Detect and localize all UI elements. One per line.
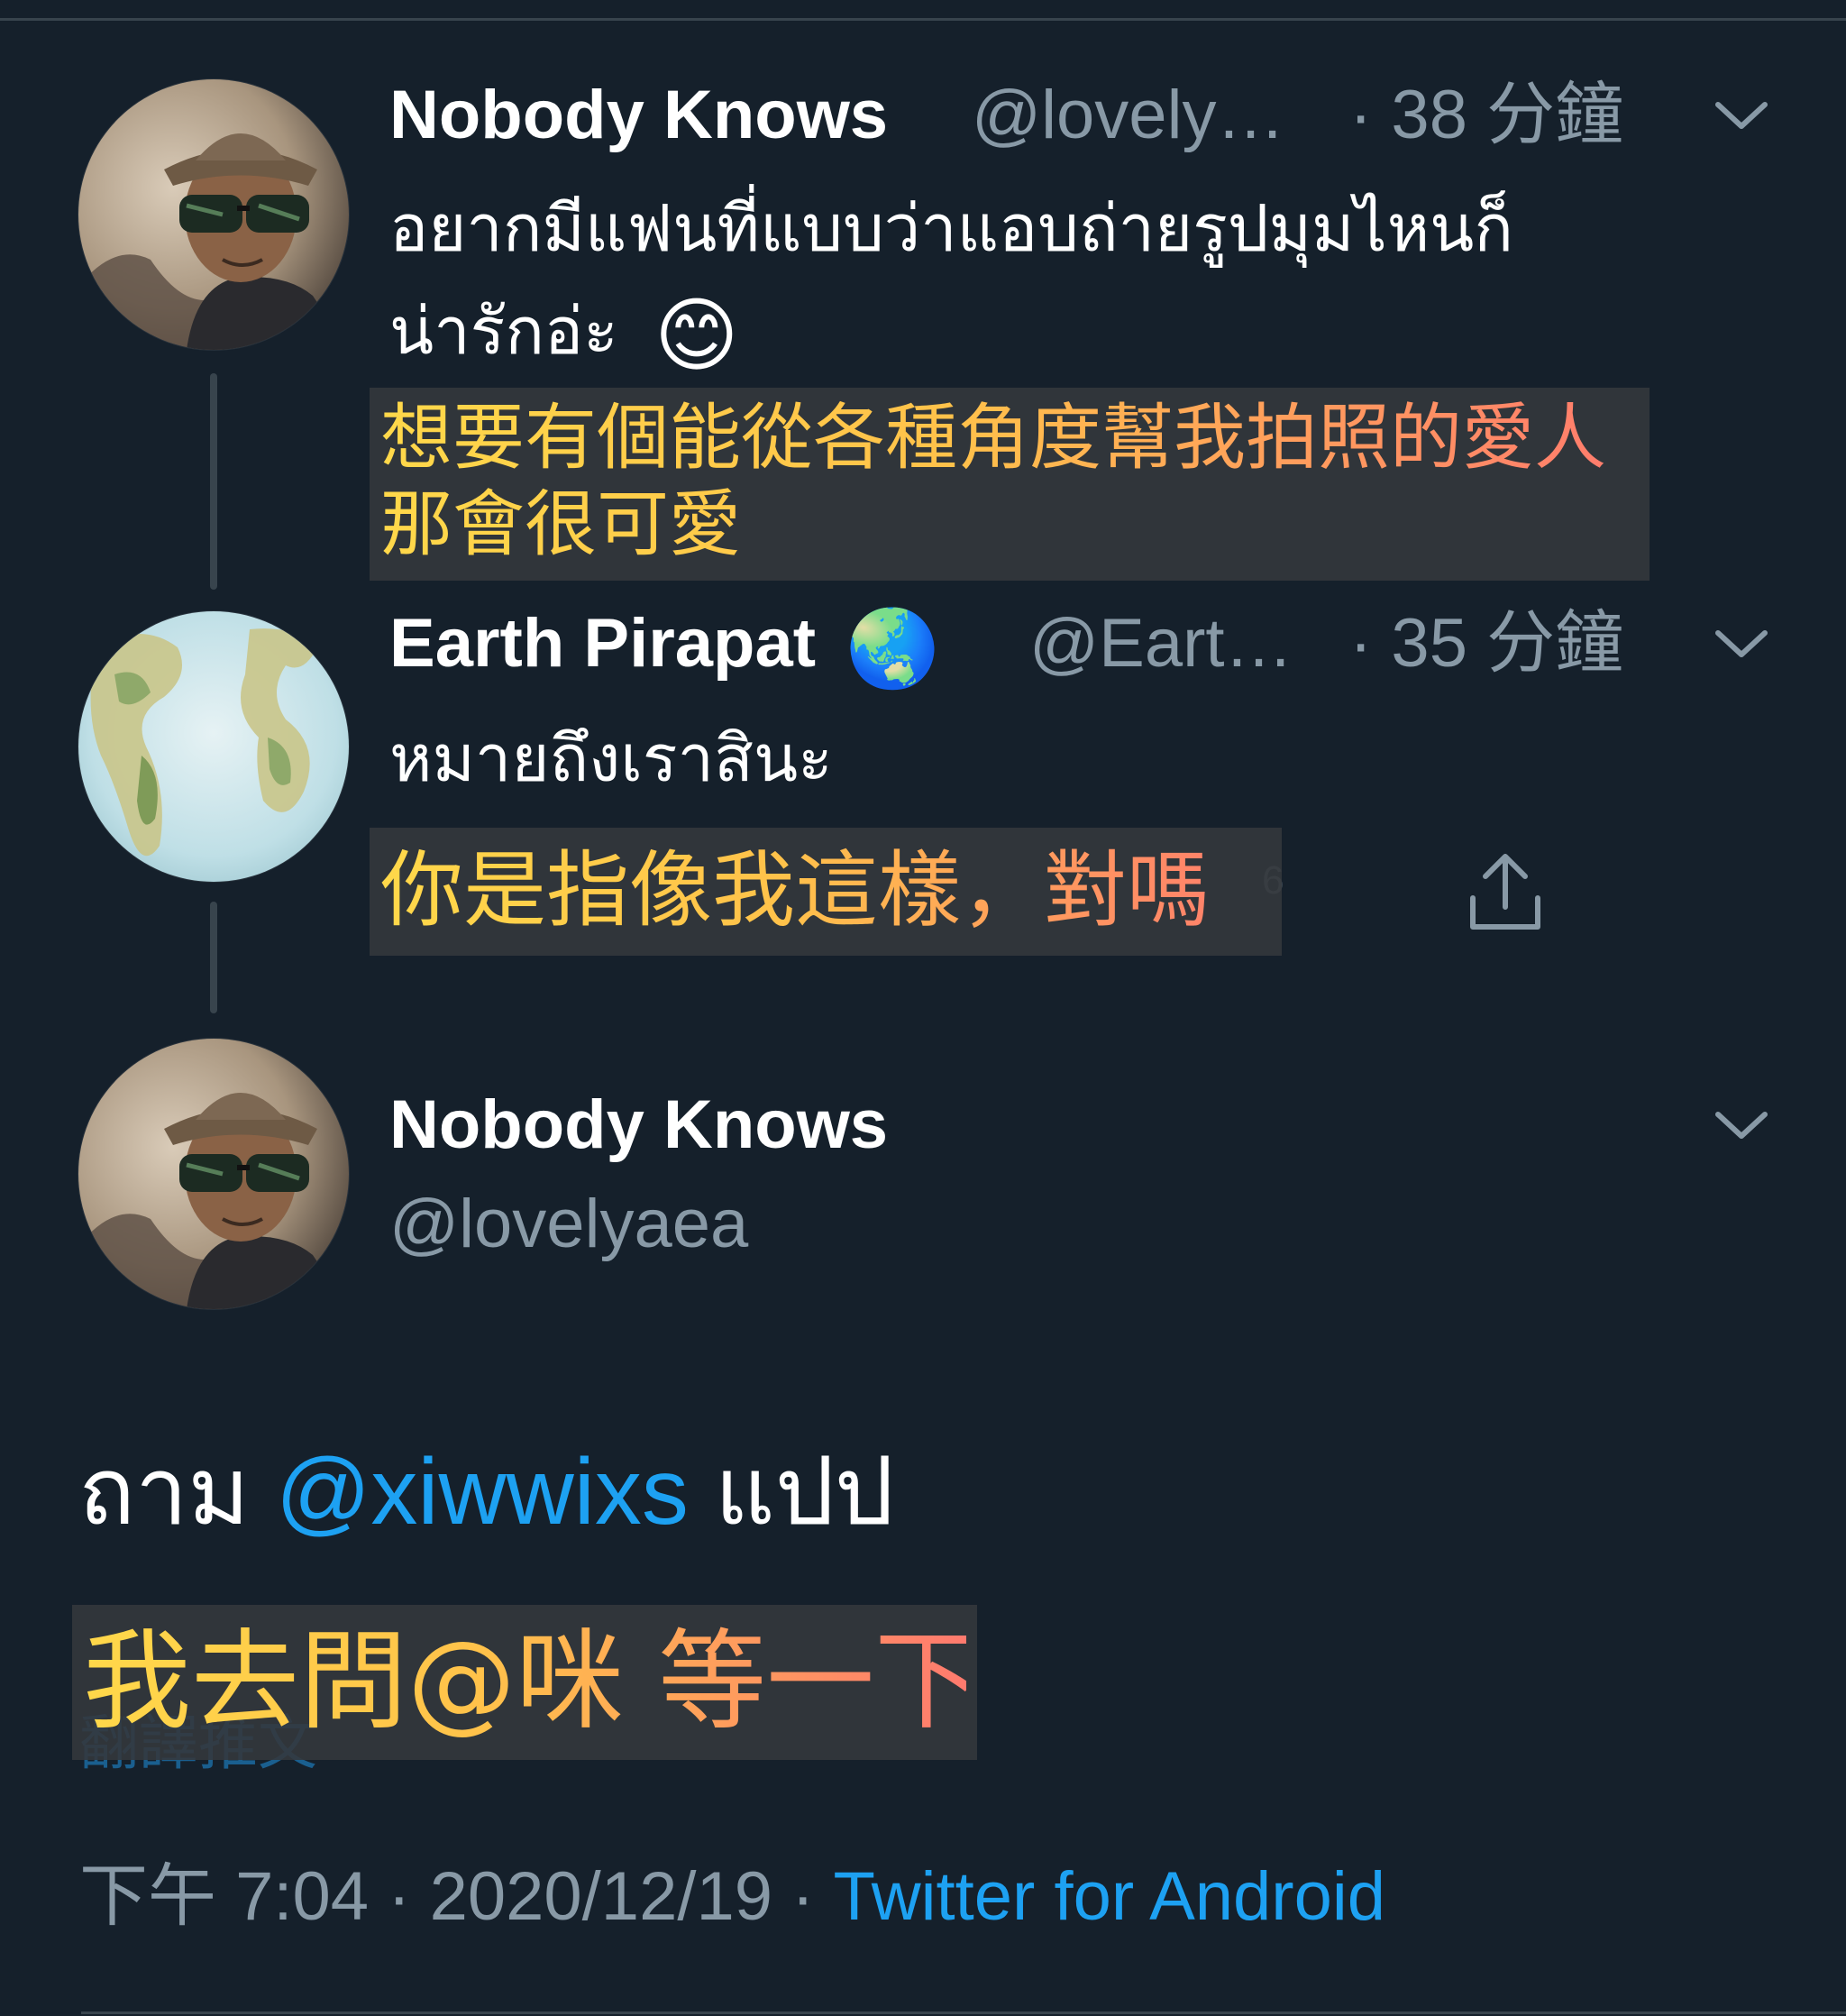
caption-line-1: 想要有個能從各種角度幫我拍照的愛人 — [380, 395, 1639, 481]
caption-line-2: 那會很可愛 — [380, 481, 1639, 568]
tweet-timestamp[interactable]: · 38 分鐘 — [1349, 72, 1623, 159]
caption-text: 我去問@咪 等一下 — [83, 1612, 982, 1753]
author-handle[interactable]: @Eart… — [1029, 600, 1293, 687]
tweet-text-suffix: แปป — [714, 1440, 894, 1544]
author-name[interactable]: Earth Pirapat 🌏 — [389, 600, 940, 692]
author-handle[interactable]: @lovelyaea — [389, 1181, 748, 1268]
avatar-nobody-knows[interactable] — [78, 79, 349, 350]
share-icon[interactable] — [1460, 848, 1550, 938]
tweet-text: น่ารักอ่ะ — [389, 296, 618, 368]
meta-separator: · — [791, 1858, 815, 1935]
globe-emoji: 🌏 — [845, 603, 940, 692]
tweet-text-line-1: อยากมีแฟนที่แบบว่าแอบถ่ายรูปมุมไหนก็ — [389, 193, 1513, 265]
avatar-earth-pirapat[interactable] — [78, 611, 349, 882]
tweet-text-line-2: น่ารักอ่ะ 😊 — [389, 276, 739, 392]
tweet-meta: 下午 7:04 · 2020/12/19 · Twitter for Andro… — [79, 1854, 1385, 1940]
translation-caption: 想要有個能從各種角度幫我拍照的愛人 那會很可愛 — [370, 388, 1650, 581]
smiling-face-emoji: 😊 — [653, 288, 739, 383]
chevron-down-icon[interactable] — [1713, 97, 1770, 133]
tweet-text: ถาม @xiwwixs แปป — [78, 1434, 894, 1551]
meta-separator: · — [388, 1858, 411, 1935]
caption-text: 你是指像我這樣，對嗎 — [380, 835, 1271, 947]
translation-caption: 我去問@咪 等一下 — [72, 1605, 982, 1760]
tweet-text: หมายถึงเราสินะ — [389, 723, 833, 795]
author-name[interactable]: Nobody Knows — [389, 1082, 888, 1168]
mention-link[interactable]: @xiwwixs — [276, 1440, 689, 1544]
chevron-down-icon[interactable] — [1713, 1107, 1770, 1143]
tweet-source-link[interactable]: Twitter for Android — [834, 1858, 1386, 1935]
tweet-time[interactable]: 下午 7:04 — [79, 1858, 369, 1935]
translation-caption: 你是指像我這樣，對嗎 — [370, 828, 1282, 956]
author-name[interactable]: Nobody Knows — [389, 72, 888, 159]
author-name-text: Earth Pirapat — [389, 605, 817, 682]
thread-connector — [210, 373, 217, 590]
tweet-date[interactable]: 2020/12/19 — [430, 1858, 772, 1935]
avatar-nobody-knows[interactable] — [78, 1039, 349, 1309]
bottom-divider — [81, 2011, 1846, 2014]
tweet-text-prefix: ถาม — [78, 1440, 250, 1544]
author-handle[interactable]: @lovely… — [972, 72, 1284, 159]
tweet-timestamp[interactable]: · 35 分鐘 — [1349, 600, 1623, 687]
chevron-down-icon[interactable] — [1713, 626, 1770, 662]
top-divider — [0, 18, 1846, 21]
thread-connector — [210, 902, 217, 1013]
